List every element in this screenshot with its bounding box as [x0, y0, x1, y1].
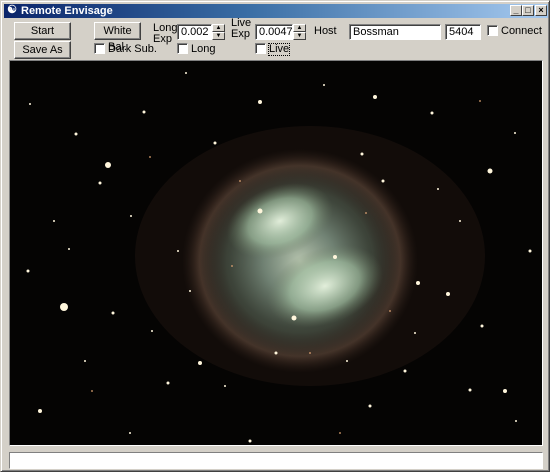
dark-sub-checkbox[interactable]	[94, 43, 105, 54]
long-exp-spinner[interactable]: ▲ ▼	[212, 24, 225, 40]
save-as-button[interactable]: Save As	[14, 41, 71, 59]
live-exp-input[interactable]: 0.0047	[255, 24, 293, 40]
long-exp-input[interactable]: 0.002	[177, 24, 212, 40]
status-bar	[9, 452, 543, 469]
long-label[interactable]: Long	[191, 44, 215, 55]
long-checkbox[interactable]	[177, 43, 188, 54]
live-checkbox[interactable]	[255, 43, 266, 54]
nebula-image	[10, 61, 542, 445]
maximize-icon: □	[525, 5, 531, 15]
spin-down-icon[interactable]: ▼	[212, 32, 225, 40]
close-button[interactable]: ×	[535, 5, 547, 16]
close-icon: ×	[538, 5, 544, 15]
title-bar[interactable]: ☯ Remote Envisage _ □ ×	[4, 4, 548, 18]
host-input[interactable]: Bossman	[349, 24, 441, 40]
app-icon[interactable]: ☯	[6, 4, 18, 17]
white-balance-button[interactable]: White Bal.	[94, 22, 141, 53]
connect-label[interactable]: Connect	[501, 26, 542, 37]
window-title: Remote Envisage	[21, 5, 113, 17]
minimize-icon: _	[513, 5, 519, 15]
image-viewer[interactable]	[9, 60, 543, 446]
connect-checkbox[interactable]	[487, 25, 498, 36]
live-exp-label-line2: Exp	[231, 28, 250, 40]
minimize-button[interactable]: _	[510, 5, 522, 16]
port-input[interactable]: 5404	[445, 24, 481, 40]
dark-sub-label[interactable]: Dark Sub.	[108, 44, 157, 55]
spin-up-icon[interactable]: ▲	[212, 24, 225, 32]
spin-up-icon[interactable]: ▲	[293, 24, 306, 32]
app-window: ☯ Remote Envisage _ □ × Start White Bal.…	[0, 0, 550, 472]
live-label[interactable]: Live	[267, 43, 291, 56]
start-button[interactable]: Start	[14, 22, 71, 40]
live-exp-spinner[interactable]: ▲ ▼	[293, 24, 306, 40]
maximize-button[interactable]: □	[522, 5, 534, 16]
spin-down-icon[interactable]: ▼	[293, 32, 306, 40]
host-label: Host	[314, 25, 337, 37]
